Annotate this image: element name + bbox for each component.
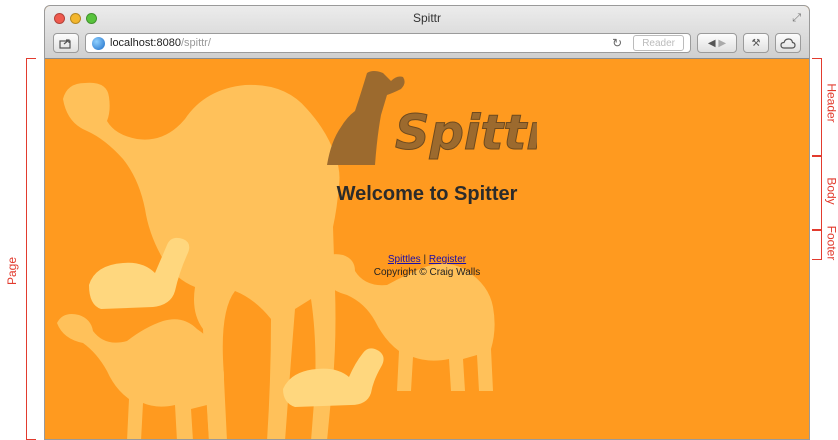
footer-bracket xyxy=(812,230,822,260)
header-annotation-label: Header xyxy=(824,83,838,123)
wrench-icon: ⚒ xyxy=(751,37,761,49)
page-annotation-label: Page xyxy=(5,256,20,286)
web-page: Spittr Welcome to Spitter Spittles | Reg… xyxy=(45,59,809,439)
logo-camel-mark xyxy=(327,71,405,165)
browser-toolbar: localhost:8080 /spittr/ ↻ Reader ◀ ▶ ⚒ xyxy=(53,32,801,54)
page-bracket xyxy=(26,58,36,440)
reload-icon[interactable]: ↻ xyxy=(612,36,622,50)
body-annotation-label: Body xyxy=(824,177,838,205)
browser-titlebar: Spittr ⤢ localhost:8080 /spittr/ ↻ Reade… xyxy=(45,6,809,59)
window-title: Spittr xyxy=(412,11,441,25)
back-forward-button[interactable]: ◀ ▶ xyxy=(697,33,737,53)
register-link[interactable]: Register xyxy=(429,254,466,265)
spittles-link[interactable]: Spittles xyxy=(388,254,421,265)
link-separator: | xyxy=(423,254,427,265)
reader-button[interactable]: Reader xyxy=(633,35,684,51)
page-heading: Welcome to Spitter xyxy=(336,183,518,205)
browser-window: Spittr ⤢ localhost:8080 /spittr/ ↻ Reade… xyxy=(44,5,810,440)
url-path: /spittr/ xyxy=(180,37,211,49)
share-button[interactable] xyxy=(53,33,79,53)
share-icon xyxy=(59,38,71,49)
back-icon: ◀ xyxy=(707,37,716,49)
header-bracket xyxy=(812,58,822,156)
address-bar[interactable]: localhost:8080 /spittr/ ↻ Reader xyxy=(85,33,691,53)
spittr-logo: Spittr xyxy=(327,71,538,165)
forward-icon: ▶ xyxy=(718,37,727,49)
small-camel-silhouette xyxy=(57,314,224,439)
copyright-text: Copyright © Craig Walls xyxy=(373,267,481,278)
page-footer: Spittles | Register Copyright © Craig Wa… xyxy=(45,253,809,279)
footer-annotation-label: Footer xyxy=(824,225,838,261)
body-bracket xyxy=(812,156,822,230)
globe-icon xyxy=(92,36,105,50)
footer-links: Spittles | Register xyxy=(45,253,809,266)
svg-text:Spittr: Spittr xyxy=(395,105,537,161)
screenshot-stage: Page Header Body Footer Spittr ⤢ localho… xyxy=(0,0,838,440)
cloud-icon xyxy=(780,37,796,49)
fullscreen-icon[interactable]: ⤢ xyxy=(792,12,801,25)
icloud-button[interactable] xyxy=(775,33,801,53)
extensions-button[interactable]: ⚒ xyxy=(743,33,769,53)
url-host: localhost:8080 xyxy=(110,37,181,49)
logo-wordmark: Spittr xyxy=(395,105,538,162)
